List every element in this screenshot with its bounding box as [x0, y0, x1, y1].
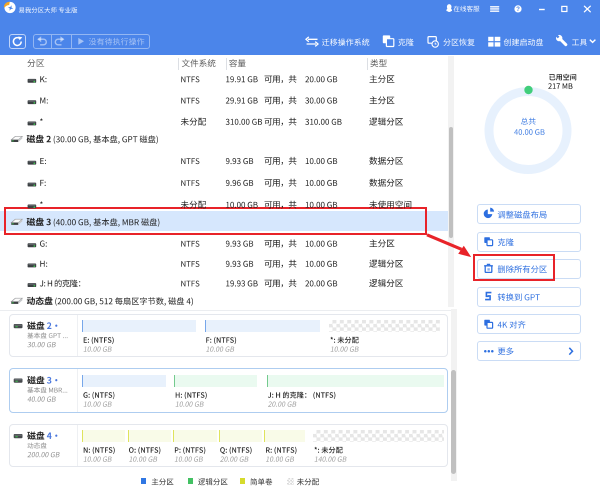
svg-text:?: ?	[516, 6, 520, 13]
